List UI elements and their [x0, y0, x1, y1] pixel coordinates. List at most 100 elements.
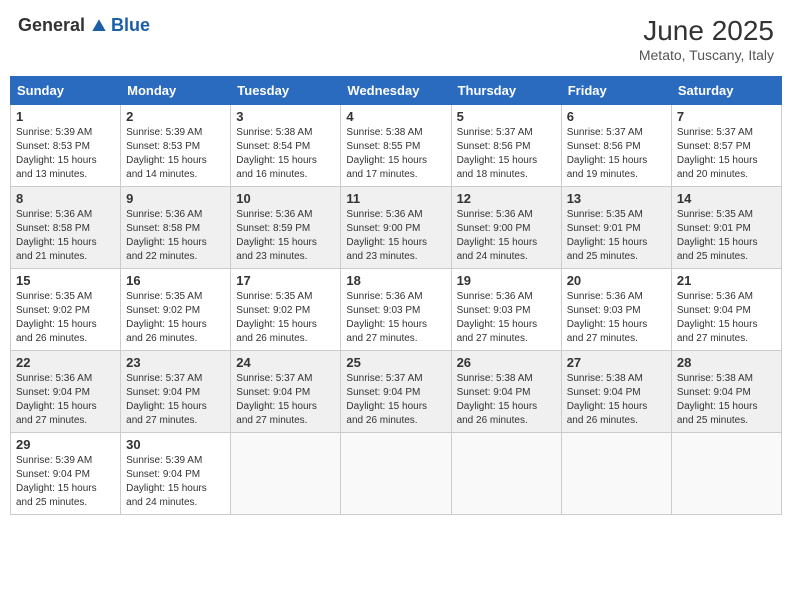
page-header: General Blue June 2025 Metato, Tuscany, … — [10, 10, 782, 68]
day-number: 27 — [567, 355, 666, 370]
table-row: 19 Sunrise: 5:36 AM Sunset: 9:03 PM Dayli… — [451, 269, 561, 351]
day-number: 11 — [346, 191, 445, 206]
logo-icon — [89, 16, 109, 36]
table-row: 8 Sunrise: 5:36 AM Sunset: 8:58 PM Daylig… — [11, 187, 121, 269]
table-row: 17 Sunrise: 5:35 AM Sunset: 9:02 PM Dayli… — [231, 269, 341, 351]
day-info: Sunrise: 5:38 AM Sunset: 9:04 PM Dayligh… — [677, 372, 776, 428]
day-info: Sunrise: 5:37 AM Sunset: 9:04 PM Dayligh… — [236, 372, 335, 428]
header-sunday: Sunday — [11, 77, 121, 105]
day-info: Sunrise: 5:37 AM Sunset: 9:04 PM Dayligh… — [126, 372, 225, 428]
table-row — [451, 433, 561, 515]
day-number: 16 — [126, 273, 225, 288]
day-number: 23 — [126, 355, 225, 370]
logo-blue: Blue — [111, 15, 150, 36]
day-info: Sunrise: 5:37 AM Sunset: 8:56 PM Dayligh… — [457, 126, 556, 182]
day-number: 12 — [457, 191, 556, 206]
calendar-table: Sunday Monday Tuesday Wednesday Thursday… — [10, 76, 782, 515]
day-number: 26 — [457, 355, 556, 370]
table-row: 26Sunrise: 5:38 AM Sunset: 9:04 PM Dayli… — [451, 351, 561, 433]
day-info: Sunrise: 5:36 AM Sunset: 8:58 PM Dayligh… — [126, 208, 225, 264]
day-info: Sunrise: 5:38 AM Sunset: 8:54 PM Dayligh… — [236, 126, 335, 182]
day-number: 19 — [457, 273, 556, 288]
table-row: 14 Sunrise: 5:35 AM Sunset: 9:01 PM Dayli… — [671, 187, 781, 269]
table-row: 24Sunrise: 5:37 AM Sunset: 9:04 PM Dayli… — [231, 351, 341, 433]
calendar-week-row: 8 Sunrise: 5:36 AM Sunset: 8:58 PM Daylig… — [11, 187, 782, 269]
day-info: Sunrise: 5:39 AM Sunset: 9:04 PM Dayligh… — [16, 454, 115, 510]
day-number: 7 — [677, 109, 776, 124]
calendar-week-row: 15 Sunrise: 5:35 AM Sunset: 9:02 PM Dayli… — [11, 269, 782, 351]
table-row: 20Sunrise: 5:36 AM Sunset: 9:03 PM Dayli… — [561, 269, 671, 351]
header-monday: Monday — [121, 77, 231, 105]
table-row — [561, 433, 671, 515]
day-number: 3 — [236, 109, 335, 124]
table-row: 30Sunrise: 5:39 AM Sunset: 9:04 PM Dayli… — [121, 433, 231, 515]
day-info: Sunrise: 5:35 AM Sunset: 9:01 PM Dayligh… — [677, 208, 776, 264]
table-row: 10 Sunrise: 5:36 AM Sunset: 8:59 PM Dayli… — [231, 187, 341, 269]
table-row: 4 Sunrise: 5:38 AM Sunset: 8:55 PM Daylig… — [341, 105, 451, 187]
day-info: Sunrise: 5:39 AM Sunset: 8:53 PM Dayligh… — [16, 126, 115, 182]
day-info: Sunrise: 5:35 AM Sunset: 9:02 PM Dayligh… — [236, 290, 335, 346]
day-number: 22 — [16, 355, 115, 370]
day-number: 6 — [567, 109, 666, 124]
calendar-week-row: 1 Sunrise: 5:39 AM Sunset: 8:53 PM Daylig… — [11, 105, 782, 187]
table-row: 25 Sunrise: 5:37 AM Sunset: 9:04 PM Dayli… — [341, 351, 451, 433]
header-tuesday: Tuesday — [231, 77, 341, 105]
day-number: 30 — [126, 437, 225, 452]
table-row: 6Sunrise: 5:37 AM Sunset: 8:56 PM Daylig… — [561, 105, 671, 187]
table-row: 13 Sunrise: 5:35 AM Sunset: 9:01 PM Dayli… — [561, 187, 671, 269]
table-row: 12Sunrise: 5:36 AM Sunset: 9:00 PM Dayli… — [451, 187, 561, 269]
day-number: 17 — [236, 273, 335, 288]
day-number: 1 — [16, 109, 115, 124]
table-row: 7 Sunrise: 5:37 AM Sunset: 8:57 PM Daylig… — [671, 105, 781, 187]
table-row — [231, 433, 341, 515]
title-area: June 2025 Metato, Tuscany, Italy — [639, 15, 774, 63]
day-number: 25 — [346, 355, 445, 370]
table-row — [671, 433, 781, 515]
table-row: 16Sunrise: 5:35 AM Sunset: 9:02 PM Dayli… — [121, 269, 231, 351]
table-row: 27 Sunrise: 5:38 AM Sunset: 9:04 PM Dayli… — [561, 351, 671, 433]
day-info: Sunrise: 5:36 AM Sunset: 9:03 PM Dayligh… — [567, 290, 666, 346]
table-row: 2Sunrise: 5:39 AM Sunset: 8:53 PM Daylig… — [121, 105, 231, 187]
table-row: 29 Sunrise: 5:39 AM Sunset: 9:04 PM Dayli… — [11, 433, 121, 515]
day-info: Sunrise: 5:35 AM Sunset: 9:02 PM Dayligh… — [16, 290, 115, 346]
day-number: 2 — [126, 109, 225, 124]
day-info: Sunrise: 5:37 AM Sunset: 9:04 PM Dayligh… — [346, 372, 445, 428]
day-number: 28 — [677, 355, 776, 370]
table-row: 23 Sunrise: 5:37 AM Sunset: 9:04 PM Dayli… — [121, 351, 231, 433]
day-info: Sunrise: 5:38 AM Sunset: 9:04 PM Dayligh… — [567, 372, 666, 428]
calendar-header-row: Sunday Monday Tuesday Wednesday Thursday… — [11, 77, 782, 105]
header-saturday: Saturday — [671, 77, 781, 105]
day-info: Sunrise: 5:36 AM Sunset: 8:59 PM Dayligh… — [236, 208, 335, 264]
table-row: 21Sunrise: 5:36 AM Sunset: 9:04 PM Dayli… — [671, 269, 781, 351]
day-number: 14 — [677, 191, 776, 206]
day-number: 15 — [16, 273, 115, 288]
day-number: 18 — [346, 273, 445, 288]
day-number: 10 — [236, 191, 335, 206]
table-row: 15 Sunrise: 5:35 AM Sunset: 9:02 PM Dayli… — [11, 269, 121, 351]
header-friday: Friday — [561, 77, 671, 105]
day-number: 4 — [346, 109, 445, 124]
month-year-title: June 2025 — [639, 15, 774, 47]
header-thursday: Thursday — [451, 77, 561, 105]
day-number: 8 — [16, 191, 115, 206]
table-row: 3 Sunrise: 5:38 AM Sunset: 8:54 PM Daylig… — [231, 105, 341, 187]
day-info: Sunrise: 5:36 AM Sunset: 9:04 PM Dayligh… — [677, 290, 776, 346]
table-row: 22Sunrise: 5:36 AM Sunset: 9:04 PM Dayli… — [11, 351, 121, 433]
day-number: 13 — [567, 191, 666, 206]
day-info: Sunrise: 5:38 AM Sunset: 8:55 PM Dayligh… — [346, 126, 445, 182]
day-number: 29 — [16, 437, 115, 452]
calendar-week-row: 29 Sunrise: 5:39 AM Sunset: 9:04 PM Dayli… — [11, 433, 782, 515]
table-row — [341, 433, 451, 515]
logo-general: General — [18, 15, 85, 36]
location-subtitle: Metato, Tuscany, Italy — [639, 47, 774, 63]
table-row: 11Sunrise: 5:36 AM Sunset: 9:00 PM Dayli… — [341, 187, 451, 269]
day-info: Sunrise: 5:35 AM Sunset: 9:01 PM Dayligh… — [567, 208, 666, 264]
day-info: Sunrise: 5:36 AM Sunset: 9:03 PM Dayligh… — [457, 290, 556, 346]
day-number: 9 — [126, 191, 225, 206]
table-row: 18 Sunrise: 5:36 AM Sunset: 9:03 PM Dayli… — [341, 269, 451, 351]
day-info: Sunrise: 5:36 AM Sunset: 9:03 PM Dayligh… — [346, 290, 445, 346]
day-info: Sunrise: 5:37 AM Sunset: 8:57 PM Dayligh… — [677, 126, 776, 182]
calendar-week-row: 22Sunrise: 5:36 AM Sunset: 9:04 PM Dayli… — [11, 351, 782, 433]
table-row: 1 Sunrise: 5:39 AM Sunset: 8:53 PM Daylig… — [11, 105, 121, 187]
day-info: Sunrise: 5:36 AM Sunset: 8:58 PM Dayligh… — [16, 208, 115, 264]
